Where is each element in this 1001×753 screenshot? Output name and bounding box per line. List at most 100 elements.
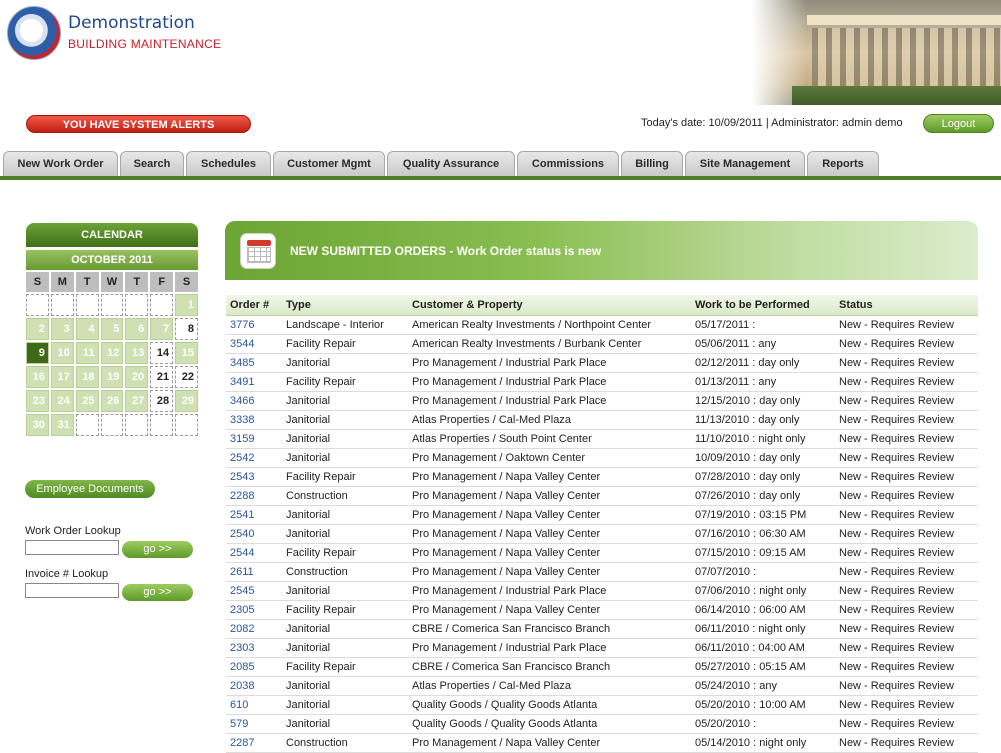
tab-search[interactable]: Search (120, 151, 184, 176)
tab-reports[interactable]: Reports (807, 151, 879, 176)
order-status: New - Requires Review (835, 391, 978, 411)
calendar-day[interactable]: 22 (175, 366, 198, 388)
order-number-link[interactable]: 3491 (226, 372, 282, 392)
order-type: Construction (282, 562, 408, 582)
order-number-link[interactable]: 3466 (226, 391, 282, 411)
order-number-link[interactable]: 2545 (226, 581, 282, 601)
calendar-day[interactable]: 6 (125, 318, 149, 340)
calendar-empty-cell (75, 414, 99, 436)
order-customer: Pro Management / Industrial Park Place (408, 391, 691, 411)
calendar-day[interactable]: 31 (50, 414, 74, 436)
calendar-day[interactable]: 12 (100, 342, 124, 364)
tab-new-work-order[interactable]: New Work Order (3, 151, 118, 176)
calendar-day[interactable]: 19 (100, 366, 124, 388)
work-order-go-button[interactable]: go >> (122, 541, 193, 558)
invoice-lookup-label: Invoice # Lookup (25, 568, 109, 580)
calendar-day[interactable]: 18 (75, 366, 99, 388)
order-work: 06/11/2010 : 04:00 AM (691, 638, 835, 658)
order-number-link[interactable]: 579 (226, 714, 282, 734)
order-work: 07/07/2010 : (691, 562, 835, 582)
calendar-day[interactable]: 2 (26, 318, 49, 340)
order-customer: American Realty Investments / Northpoint… (408, 315, 691, 335)
calendar-day[interactable]: 24 (50, 390, 74, 412)
calendar-day[interactable]: 25 (75, 390, 99, 412)
table-row: 3544 Facility Repair American Realty Inves… (226, 334, 978, 354)
employee-documents-button[interactable]: Employee Documents (25, 480, 155, 498)
tab-quality-assurance[interactable]: Quality Assurance (387, 151, 515, 176)
calendar-day[interactable]: 29 (175, 390, 198, 412)
order-status: New - Requires Review (835, 315, 978, 335)
table-row: 2543 Facility Repair Pro Management / Napa… (226, 467, 978, 487)
calendar-day[interactable]: 11 (75, 342, 99, 364)
order-customer: Pro Management / Napa Valley Center (408, 467, 691, 487)
logout-button[interactable]: Logout (923, 114, 994, 133)
calendar-day[interactable]: 30 (26, 414, 49, 436)
calendar-day[interactable]: 27 (125, 390, 149, 412)
order-number-link[interactable]: 2288 (226, 486, 282, 506)
tab-customer-mgmt[interactable]: Customer Mgmt (273, 151, 385, 176)
tab-commissions[interactable]: Commissions (517, 151, 619, 176)
order-number-link[interactable]: 2543 (226, 467, 282, 487)
order-type: Janitorial (282, 524, 408, 544)
col-customer: Customer & Property (408, 295, 691, 316)
order-type: Facility Repair (282, 334, 408, 354)
order-number-link[interactable]: 2303 (226, 638, 282, 658)
calendar-day[interactable]: 17 (50, 366, 74, 388)
order-type: Facility Repair (282, 543, 408, 563)
order-number-link[interactable]: 2082 (226, 619, 282, 639)
calendar-day[interactable]: 3 (50, 318, 74, 340)
order-status: New - Requires Review (835, 695, 978, 715)
order-number-link[interactable]: 3776 (226, 315, 282, 335)
order-work: 01/13/2011 : any (691, 372, 835, 392)
order-number-link[interactable]: 3544 (226, 334, 282, 354)
order-number-link[interactable]: 3159 (226, 429, 282, 449)
order-number-link[interactable]: 610 (226, 695, 282, 715)
calendar-day[interactable]: 13 (125, 342, 149, 364)
nav-divider (0, 176, 1001, 180)
table-row: 3776 Landscape - Interior American Realty … (226, 315, 978, 335)
order-type: Janitorial (282, 714, 408, 734)
calendar-day[interactable]: 1 (175, 294, 198, 316)
calendar-day[interactable]: 16 (26, 366, 49, 388)
calendar-day[interactable]: 9 (26, 342, 49, 364)
calendar-day[interactable]: 4 (75, 318, 99, 340)
tab-schedules[interactable]: Schedules (186, 151, 271, 176)
order-type: Janitorial (282, 410, 408, 430)
order-customer: Pro Management / Industrial Park Place (408, 353, 691, 373)
order-number-link[interactable]: 2287 (226, 733, 282, 753)
tab-site-management[interactable]: Site Management (685, 151, 805, 176)
order-number-link[interactable]: 2541 (226, 505, 282, 525)
order-work: 07/06/2010 : night only (691, 581, 835, 601)
calendar-day[interactable]: 10 (50, 342, 74, 364)
order-number-link[interactable]: 3338 (226, 410, 282, 430)
order-number-link[interactable]: 2085 (226, 657, 282, 677)
order-number-link[interactable]: 3485 (226, 353, 282, 373)
order-number-link[interactable]: 2540 (226, 524, 282, 544)
calendar-day[interactable]: 8 (175, 318, 198, 340)
order-number-link[interactable]: 2542 (226, 448, 282, 468)
calendar-day[interactable]: 15 (175, 342, 198, 364)
work-order-lookup-input[interactable] (25, 540, 119, 555)
calendar-day[interactable]: 23 (26, 390, 49, 412)
calendar-empty-cell (50, 294, 74, 316)
calendar-day[interactable]: 7 (150, 318, 174, 340)
system-alerts-button[interactable]: YOU HAVE SYSTEM ALERTS (26, 115, 251, 133)
tab-billing[interactable]: Billing (621, 151, 683, 176)
order-number-link[interactable]: 2544 (226, 543, 282, 563)
calendar-day[interactable]: 21 (150, 366, 174, 388)
table-row: 610 Janitorial Quality Goods / Quality Goo… (226, 695, 978, 715)
order-work: 11/13/2010 : day only (691, 410, 835, 430)
calendar-empty-cell (150, 294, 174, 316)
invoice-lookup-input[interactable] (25, 583, 119, 598)
order-number-link[interactable]: 2038 (226, 676, 282, 696)
order-number-link[interactable]: 2611 (226, 562, 282, 582)
calendar-empty-cell (150, 414, 174, 436)
calendar-day[interactable]: 26 (100, 390, 124, 412)
order-number-link[interactable]: 2305 (226, 600, 282, 620)
invoice-go-button[interactable]: go >> (122, 584, 193, 601)
calendar-day[interactable]: 14 (150, 342, 174, 364)
calendar-day[interactable]: 28 (150, 390, 174, 412)
calendar-day[interactable]: 20 (125, 366, 149, 388)
order-type: Construction (282, 733, 408, 753)
calendar-day[interactable]: 5 (100, 318, 124, 340)
